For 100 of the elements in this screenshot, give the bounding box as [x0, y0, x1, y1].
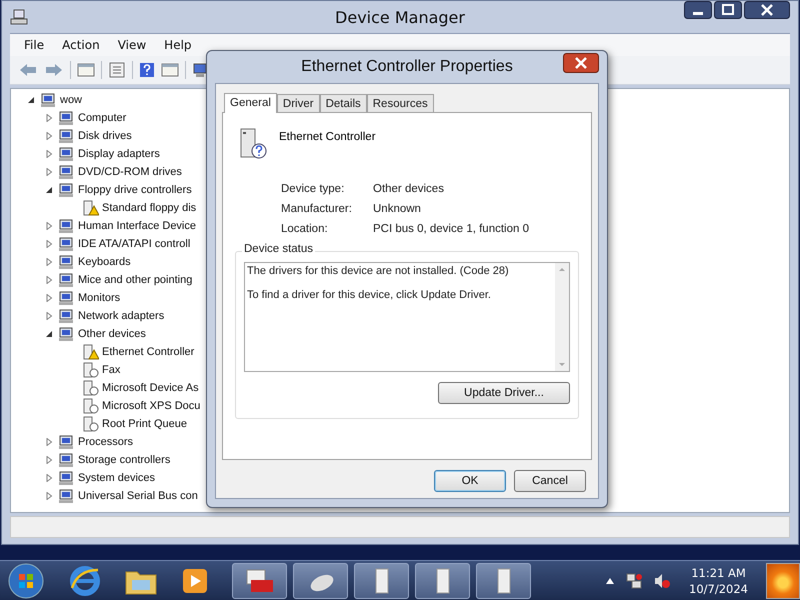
expand-triangle-icon[interactable] — [45, 114, 53, 122]
device-icon — [57, 434, 75, 450]
update-driver-button[interactable]: Update Driver... — [438, 382, 570, 404]
collapse-triangle-icon[interactable] — [45, 330, 53, 338]
maximize-button[interactable] — [714, 1, 742, 19]
taskbar-button[interactable] — [415, 562, 470, 598]
tree-item[interactable]: Other devices — [78, 328, 146, 340]
tab[interactable]: Driver — [276, 94, 320, 112]
device-icon — [57, 470, 75, 486]
menu-item[interactable]: File — [24, 38, 44, 52]
tree-item[interactable]: Disk drives — [78, 130, 132, 142]
menu-item[interactable]: View — [118, 38, 146, 52]
tree-item[interactable]: System devices — [78, 472, 156, 484]
dialog-button[interactable]: OK — [434, 470, 506, 492]
expand-triangle-icon[interactable] — [45, 132, 53, 140]
device-name: Ethernet Controller — [279, 131, 376, 143]
property-label: Location: — [281, 223, 329, 235]
property-value: Other devices — [373, 183, 445, 195]
taskbar-button[interactable] — [232, 562, 287, 598]
device-icon — [57, 326, 75, 342]
expand-triangle-icon[interactable] — [45, 456, 53, 464]
expand-triangle-icon[interactable] — [45, 474, 53, 482]
tree-item[interactable]: Microsoft Device As — [102, 382, 199, 394]
tree-item[interactable]: Ethernet Controller — [102, 346, 194, 358]
property-value: Unknown — [373, 203, 422, 215]
expand-triangle-icon[interactable] — [45, 312, 53, 320]
status-text-box[interactable]: The drivers for this device are not installed. (Code 28) To find a driver for this device, click Update Driver. — [244, 262, 570, 372]
tree-item[interactable]: Keyboards — [78, 256, 131, 268]
tree-item[interactable]: IDE ATA/ATAPI controll — [78, 238, 190, 250]
tree-item[interactable]: Storage controllers — [78, 454, 170, 466]
expand-triangle-icon[interactable] — [45, 150, 53, 158]
device-icon — [57, 236, 75, 252]
device-icon — [57, 146, 75, 162]
tree-item[interactable]: wow — [60, 94, 82, 106]
device-icon — [57, 128, 75, 144]
tree-item[interactable]: Fax — [102, 364, 120, 376]
property-label: Device type: — [281, 183, 346, 195]
expand-triangle-icon[interactable] — [45, 240, 53, 248]
status-message: To find a driver for this device, click Update Driver. — [247, 289, 492, 301]
tree-item[interactable]: DVD/CD-ROM drives — [78, 166, 182, 178]
menu-item[interactable]: Help — [164, 38, 192, 52]
taskbar-button[interactable] — [293, 562, 348, 598]
window-icon[interactable] — [161, 62, 179, 78]
collapse-triangle-icon[interactable] — [45, 186, 53, 194]
clock-date[interactable]: 10/7/2024 — [689, 580, 748, 596]
computer-icon[interactable] — [192, 62, 208, 78]
device-icon — [57, 272, 75, 288]
tree-item[interactable]: Display adapters — [78, 148, 160, 160]
tree-item[interactable]: Human Interface Device — [78, 220, 196, 232]
show-desktop-button[interactable] — [766, 562, 800, 598]
device-icon — [57, 488, 75, 504]
property-value: PCI bus 0, device 1, function 0 — [373, 223, 530, 235]
close-button[interactable] — [563, 53, 599, 73]
tab[interactable]: General — [224, 93, 277, 113]
group-label: Device status — [242, 243, 316, 255]
expand-triangle-icon[interactable] — [45, 492, 53, 500]
device-icon — [57, 254, 75, 270]
taskbar-button[interactable] — [476, 562, 531, 598]
tree-item[interactable]: Computer — [78, 112, 126, 124]
clock-time[interactable]: 11:21 AM — [691, 564, 746, 580]
minimize-button[interactable] — [684, 1, 712, 19]
browser-icon[interactable] — [68, 564, 102, 598]
tree-item[interactable]: Network adapters — [78, 310, 164, 322]
network-icon[interactable] — [625, 572, 644, 590]
expand-triangle-icon[interactable] — [45, 276, 53, 284]
volume-muted-icon[interactable] — [653, 572, 672, 590]
window-icon[interactable] — [77, 62, 95, 78]
expand-triangle-icon[interactable] — [45, 168, 53, 176]
list-icon[interactable] — [108, 62, 126, 78]
menu-item[interactable]: Action — [62, 38, 100, 52]
property-label: Manufacturer: — [281, 203, 353, 215]
expand-triangle-icon[interactable] — [45, 258, 53, 266]
tab[interactable]: Resources — [366, 94, 434, 112]
tree-item[interactable]: Processors — [78, 436, 134, 448]
expand-triangle-icon[interactable] — [45, 222, 53, 230]
computer-icon — [10, 8, 28, 26]
collapse-triangle-icon[interactable] — [27, 96, 35, 104]
tree-item[interactable]: Monitors — [78, 292, 120, 304]
device-icon — [39, 92, 57, 108]
tree-item[interactable]: Microsoft XPS Docu — [102, 400, 200, 412]
tree-item[interactable]: Universal Serial Bus con — [78, 490, 198, 502]
close-button[interactable] — [744, 1, 790, 19]
tree-item[interactable]: Floppy drive controllers — [78, 184, 192, 196]
device-icon — [57, 290, 75, 306]
taskbar-button[interactable] — [354, 562, 409, 598]
dialog-button[interactable]: Cancel — [514, 470, 586, 492]
show-hidden-icons-icon[interactable] — [605, 576, 616, 584]
start-button[interactable] — [6, 562, 46, 600]
device-icon — [57, 218, 75, 234]
device-icon — [57, 182, 75, 198]
tree-item[interactable]: Mice and other pointing — [78, 274, 192, 286]
expand-triangle-icon[interactable] — [45, 294, 53, 302]
tree-item[interactable]: Standard floppy dis — [102, 202, 196, 214]
tree-item[interactable]: Root Print Queue — [102, 418, 187, 430]
scroll-bar[interactable] — [555, 263, 569, 371]
expand-triangle-icon[interactable] — [45, 438, 53, 446]
help-icon[interactable] — [139, 62, 155, 78]
status-message: The drivers for this device are not installed. (Code 28) — [247, 265, 510, 277]
tab[interactable]: Details — [320, 94, 367, 112]
device-icon — [57, 164, 75, 180]
